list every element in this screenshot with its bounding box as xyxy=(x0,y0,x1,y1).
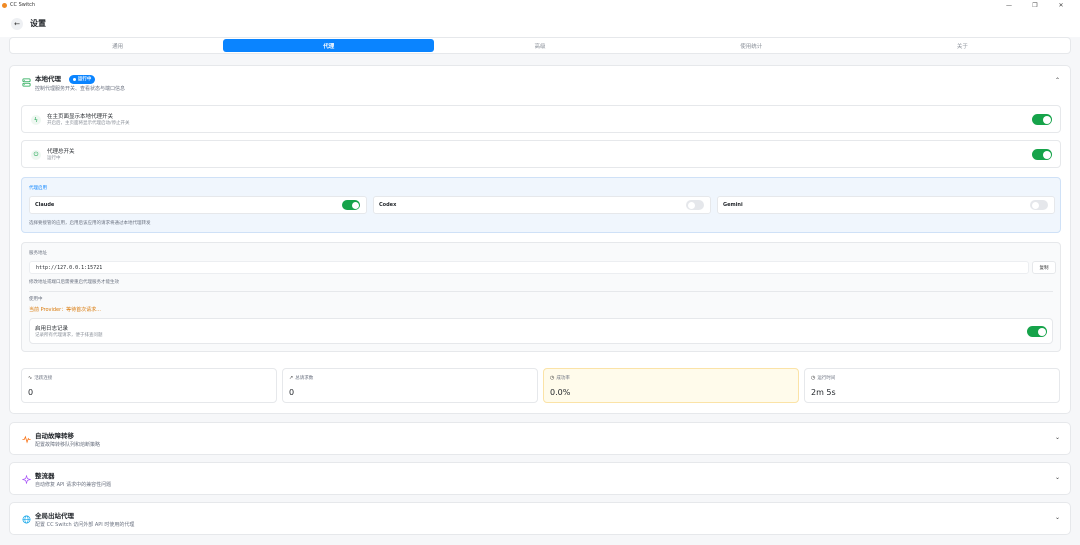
stat-label-success: ◷ 成功率 xyxy=(550,375,570,381)
stat-uptime: ◷ 运行时间 2m 5s xyxy=(804,368,1060,403)
window-titlebar: CC Switch — ❐ ✕ xyxy=(0,0,1080,10)
pulse-icon xyxy=(21,434,31,444)
local-proxy-card: 本地代理 运行中 控制代理服务开关、查看状态与端口信息 ⌃ ϟ 在主页面显示本地… xyxy=(9,65,1071,414)
local-proxy-title: 本地代理 xyxy=(35,74,61,83)
activity-icon: ∿ xyxy=(28,375,33,381)
minimize-button[interactable]: — xyxy=(996,2,1022,9)
proxy-apps-note: 选择要接管的应用，启用后该应用的请求将通过本地代理转发 xyxy=(29,221,151,226)
log-title: 启用日志记录 xyxy=(35,326,69,332)
server-icon xyxy=(21,77,31,87)
global-proxy-subtitle: 配置 CC Switch 访问外部 API 时使用的代理 xyxy=(35,522,135,528)
rectifier-subtitle: 自动修复 API 请求中的兼容性问题 xyxy=(35,482,112,488)
settings-tabs: 通用 代理 高级 使用统计 关于 xyxy=(9,37,1071,54)
status-dot-icon xyxy=(72,77,76,81)
stat-total-label: 总请求数 xyxy=(295,376,314,381)
rectifier-title: 整流器 xyxy=(35,472,55,480)
server-address-label: 服务地址 xyxy=(29,251,47,256)
stat-label-total: ↗ 总请求数 xyxy=(289,375,313,381)
log-toggle[interactable] xyxy=(1027,326,1047,337)
master-switch-toggle[interactable] xyxy=(1032,149,1052,160)
stat-success-value: 0.0% xyxy=(550,388,571,397)
chevron-down-icon[interactable]: ⌄ xyxy=(1055,434,1060,441)
log-row: 启用日志记录 记录所有代理请求，便于排查问题 xyxy=(29,318,1053,344)
server-hint: 修改地址或端口后需要重启代理服务才能生效 xyxy=(29,280,119,285)
stat-success-rate: ◷ 成功率 0.0% xyxy=(543,368,799,403)
copy-button[interactable]: 复制 xyxy=(1032,261,1056,274)
failover-header[interactable]: 自动故障转移 配置故障转移队列和熔断策略 ⌄ xyxy=(10,423,1070,455)
stat-active-label: 活跃连接 xyxy=(34,376,53,381)
app-name-gemini: Gemini xyxy=(723,202,743,208)
clock-icon: ◷ xyxy=(811,375,816,381)
stat-active-value: 0 xyxy=(28,388,34,397)
stat-total-requests: ↗ 总请求数 0 xyxy=(282,368,538,403)
global-proxy-title: 全局出站代理 xyxy=(35,512,74,520)
trending-icon: ↗ xyxy=(289,375,294,381)
proxy-apps-box: 代理启用 Claude Codex Gemini 选择要接管的应用，启用后该应用… xyxy=(21,177,1061,233)
status-badge: 运行中 xyxy=(68,74,96,84)
app-item-claude: Claude xyxy=(29,196,367,214)
show-switch-subtitle: 开启后，主页面将显示代理启动/停止开关 xyxy=(47,121,130,126)
master-switch-row: ⏻ 代理总开关 运行中 xyxy=(21,140,1061,168)
global-proxy-card[interactable]: 全局出站代理 配置 CC Switch 访问外部 API 时使用的代理 ⌄ xyxy=(9,502,1071,535)
globe-icon xyxy=(21,514,31,524)
current-provider: 当前 Provider：等待首次请求... xyxy=(29,307,101,313)
rectifier-header[interactable]: 整流器 自动修复 API 请求中的兼容性问题 ⌄ xyxy=(10,463,1070,495)
maximize-button[interactable]: ❐ xyxy=(1022,2,1048,9)
tab-general[interactable]: 通用 xyxy=(12,39,223,52)
show-switch-title: 在主页面显示本地代理开关 xyxy=(47,114,114,120)
gemini-toggle[interactable] xyxy=(1030,200,1048,210)
chevron-down-icon[interactable]: ⌄ xyxy=(1055,514,1060,521)
rectifier-card[interactable]: 整流器 自动修复 API 请求中的兼容性问题 ⌄ xyxy=(9,462,1071,495)
stat-success-label: 成功率 xyxy=(556,376,570,381)
stat-uptime-value: 2m 5s xyxy=(811,388,836,397)
tab-about[interactable]: 关于 xyxy=(857,39,1068,52)
page-title: 设置 xyxy=(30,19,46,28)
local-proxy-subtitle: 控制代理服务开关、查看状态与端口信息 xyxy=(35,85,126,92)
zap-icon: ϟ xyxy=(31,115,41,125)
app-name-claude: Claude xyxy=(35,202,55,208)
divider xyxy=(29,291,1053,292)
app-name-codex: Codex xyxy=(379,202,397,208)
chevron-down-icon[interactable]: ⌄ xyxy=(1055,474,1060,481)
window-title: CC Switch xyxy=(10,2,36,8)
failover-subtitle: 配置故障转移队列和熔断策略 xyxy=(35,442,101,448)
clock-icon: ◷ xyxy=(550,375,555,381)
using-label: 使用中 xyxy=(29,297,43,302)
global-proxy-header[interactable]: 全局出站代理 配置 CC Switch 访问外部 API 时使用的代理 ⌄ xyxy=(10,503,1070,535)
tab-advanced[interactable]: 高级 xyxy=(434,39,645,52)
server-box: 服务地址 http://127.0.0.1:15721 复制 修改地址或端口后需… xyxy=(21,242,1061,352)
show-switch-row: ϟ 在主页面显示本地代理开关 开启后，主页面将显示代理启动/停止开关 xyxy=(21,105,1061,133)
claude-toggle[interactable] xyxy=(342,200,360,210)
power-icon: ⏻ xyxy=(31,150,41,160)
stat-uptime-label: 运行时间 xyxy=(817,376,836,381)
app-item-gemini: Gemini xyxy=(717,196,1055,214)
close-button[interactable]: ✕ xyxy=(1048,2,1074,9)
tab-usage-stats[interactable]: 使用统计 xyxy=(646,39,857,52)
stat-active-connections: ∿ 活跃连接 0 xyxy=(21,368,277,403)
server-address-field[interactable]: http://127.0.0.1:15721 xyxy=(29,261,1029,274)
back-button[interactable]: ← xyxy=(11,17,23,30)
page-header: ← 设置 xyxy=(0,10,1080,37)
show-switch-toggle[interactable] xyxy=(1032,114,1052,125)
stat-total-value: 0 xyxy=(289,388,295,397)
window-controls: — ❐ ✕ xyxy=(996,0,1074,10)
local-proxy-header[interactable]: 本地代理 运行中 控制代理服务开关、查看状态与端口信息 ⌃ xyxy=(10,66,1070,98)
arrow-left-icon: ← xyxy=(14,19,20,28)
master-switch-subtitle: 运行中 xyxy=(47,156,61,161)
stat-label-uptime: ◷ 运行时间 xyxy=(811,375,835,381)
app-item-codex: Codex xyxy=(373,196,711,214)
failover-title: 自动故障转移 xyxy=(35,432,74,440)
master-switch-title: 代理总开关 xyxy=(47,149,75,155)
stat-label-active: ∿ 活跃连接 xyxy=(28,375,52,381)
sparkle-icon xyxy=(21,474,31,484)
status-badge-label: 运行中 xyxy=(77,77,92,82)
tab-proxy[interactable]: 代理 xyxy=(223,39,435,52)
log-subtitle: 记录所有代理请求，便于排查问题 xyxy=(35,333,103,338)
app-logo-icon xyxy=(2,2,7,8)
chevron-up-icon[interactable]: ⌃ xyxy=(1055,77,1060,84)
proxy-apps-title: 代理启用 xyxy=(29,186,47,191)
failover-card[interactable]: 自动故障转移 配置故障转移队列和熔断策略 ⌄ xyxy=(9,422,1071,455)
codex-toggle[interactable] xyxy=(686,200,704,210)
